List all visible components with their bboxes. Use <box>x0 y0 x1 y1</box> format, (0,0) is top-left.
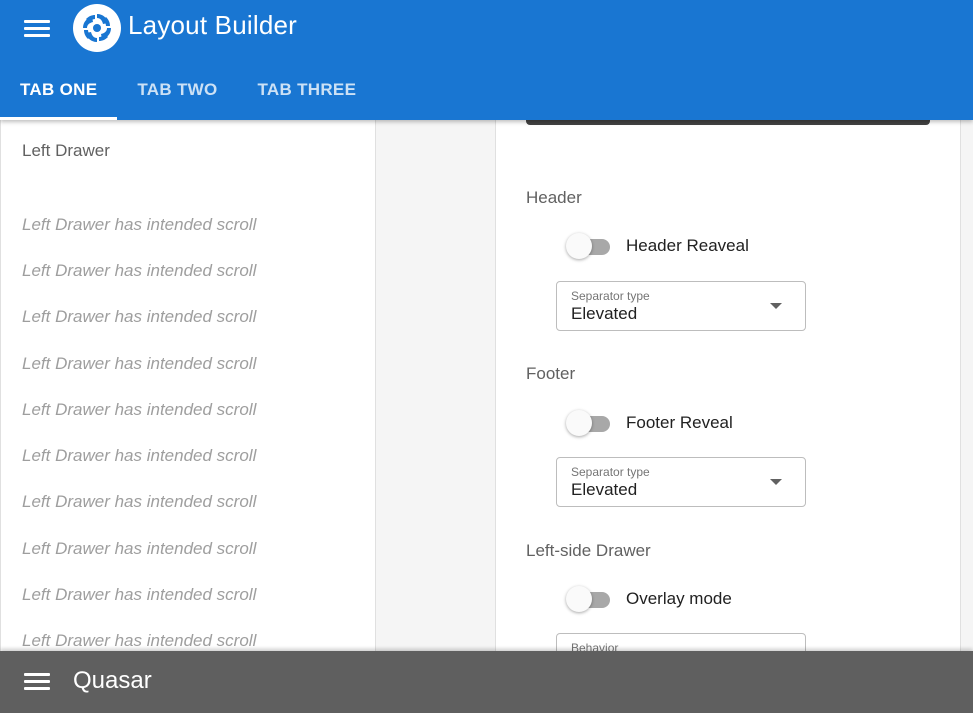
drawer-list-item: Left Drawer has intended scroll <box>22 446 257 465</box>
drawer-list-item: Left Drawer has intended scroll <box>22 307 257 326</box>
menu-icon[interactable] <box>24 671 50 691</box>
overlay-mode-toggle[interactable] <box>566 586 612 612</box>
drawer-list-item: Left Drawer has intended scroll <box>22 354 257 373</box>
select-value: Elevated <box>571 480 638 499</box>
quasar-logo-icon <box>73 4 121 52</box>
header-reveal-label: Header Reaveal <box>626 236 749 255</box>
drawer-behavior-select[interactable]: Behavior <box>556 633 806 651</box>
drawer-list-item: Left Drawer has intended scroll <box>22 400 257 419</box>
menu-icon[interactable] <box>24 18 50 38</box>
drawer-list-item: Left Drawer has intended scroll <box>22 492 257 511</box>
header-section-title: Header <box>526 188 582 207</box>
drawer-list-item: Left Drawer has intended scroll <box>22 585 257 604</box>
left-drawer-section-title: Left-side Drawer <box>526 541 651 560</box>
app-header: Layout Builder TAB ONE TAB TWO TAB THREE <box>0 0 973 120</box>
layout-options-panel[interactable]: Header Header Reaveal Separator type Ele… <box>496 120 960 651</box>
drawer-list-item: Left Drawer has intended scroll <box>22 215 257 234</box>
footer-reveal-toggle[interactable] <box>566 410 612 436</box>
footer-reveal-label: Footer Reveal <box>626 413 733 432</box>
select-value: Elevated <box>571 304 638 323</box>
select-label: Separator type <box>571 289 650 303</box>
footer-separator-select[interactable]: Separator type Elevated <box>556 457 806 507</box>
header-separator-select[interactable]: Separator type Elevated <box>556 281 806 331</box>
tab-two[interactable]: TAB TWO <box>117 60 237 120</box>
footer-section-title: Footer <box>526 364 576 383</box>
app-title: Layout Builder <box>128 10 298 40</box>
app-footer: Quasar <box>0 651 973 713</box>
tab-three[interactable]: TAB THREE <box>238 60 377 120</box>
drawer-list-item: Left Drawer has intended scroll <box>22 261 257 280</box>
overlay-mode-label: Overlay mode <box>626 589 732 608</box>
header-reveal-toggle[interactable] <box>566 233 612 259</box>
drawer-title: Left Drawer <box>22 141 110 160</box>
tab-one[interactable]: TAB ONE <box>0 60 118 120</box>
dropdown-arrow-icon <box>770 303 782 309</box>
dropdown-arrow-icon <box>770 479 782 485</box>
footer-title: Quasar <box>73 667 152 694</box>
layout-preview-bar <box>526 120 930 125</box>
page-gutter <box>376 120 496 651</box>
select-label: Separator type <box>571 465 650 479</box>
drawer-list-item: Left Drawer has intended scroll <box>22 539 257 558</box>
select-label: Behavior <box>571 641 619 651</box>
tab-bar: TAB ONE TAB TWO TAB THREE <box>0 60 376 120</box>
page-edge <box>960 120 973 651</box>
left-drawer[interactable]: Left Drawer Left Drawer has intended scr… <box>0 120 376 651</box>
drawer-list-item: Left Drawer has intended scroll <box>22 631 257 650</box>
